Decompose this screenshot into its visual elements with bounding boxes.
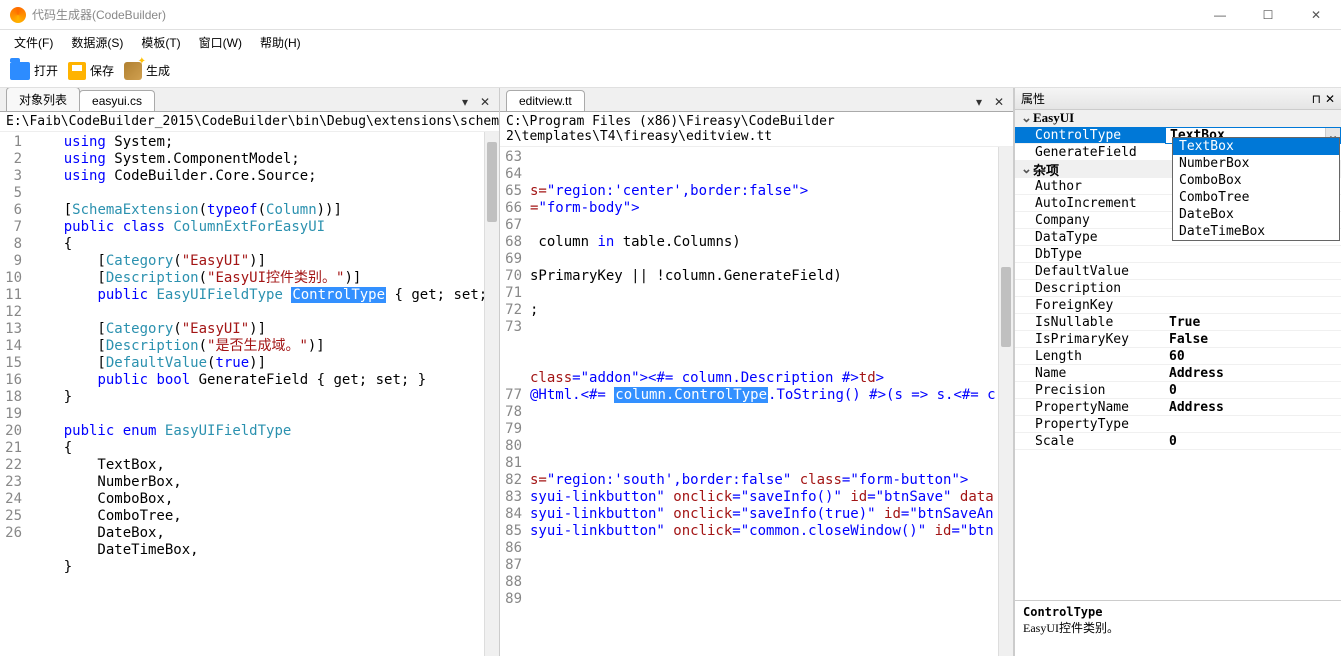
- dropdown-item[interactable]: DateTimeBox: [1173, 223, 1339, 240]
- save-button[interactable]: 保存: [68, 62, 114, 80]
- left-file-path: E:\Faib\CodeBuilder_2015\CodeBuilder\bin…: [0, 112, 499, 132]
- prop-row[interactable]: IsNullableTrue: [1015, 314, 1341, 331]
- left-scrollbar[interactable]: [484, 132, 499, 656]
- prop-row[interactable]: NameAddress: [1015, 365, 1341, 382]
- right-code-area[interactable]: 6364656667686970717273 77787980818283848…: [500, 147, 1013, 656]
- left-code-area[interactable]: 1235678910111213141516181920212223242526…: [0, 132, 499, 656]
- prop-category[interactable]: ⌄EasyUI: [1015, 110, 1341, 127]
- right-file-path: C:\Program Files (x86)\Fireasy\CodeBuild…: [500, 112, 1013, 147]
- properties-header: 属性 ⊓ ✕: [1015, 88, 1341, 110]
- generate-button[interactable]: 生成: [124, 62, 170, 80]
- prop-row[interactable]: PropertyNameAddress: [1015, 399, 1341, 416]
- toolbar: 打开 保存 生成: [0, 54, 1341, 88]
- tab-easyui-cs[interactable]: easyui.cs: [79, 90, 155, 111]
- menu-window[interactable]: 窗口(W): [199, 34, 242, 51]
- properties-title: 属性: [1021, 90, 1312, 107]
- menu-datasource[interactable]: 数据源(S): [71, 34, 123, 51]
- tab-dropdown-icon[interactable]: ▾: [971, 95, 987, 109]
- property-grid[interactable]: ⌄EasyUIControlTypeTextBox⌄GenerateField⌄…: [1015, 110, 1341, 600]
- maximize-button[interactable]: ☐: [1253, 8, 1283, 22]
- main-area: 对象列表 easyui.cs ▾ ✕ E:\Faib\CodeBuilder_2…: [0, 88, 1341, 656]
- folder-icon: [10, 62, 30, 80]
- scrollbar-thumb[interactable]: [1001, 267, 1011, 347]
- dropdown-item[interactable]: DateBox: [1173, 206, 1339, 223]
- tab-dropdown-icon[interactable]: ▾: [457, 95, 473, 109]
- left-code[interactable]: using System; using System.ComponentMode…: [26, 132, 484, 656]
- prop-row[interactable]: Description: [1015, 280, 1341, 297]
- open-button[interactable]: 打开: [10, 62, 58, 80]
- menu-help[interactable]: 帮助(H): [260, 34, 301, 51]
- prop-row[interactable]: IsPrimaryKeyFalse: [1015, 331, 1341, 348]
- right-gutter: 6364656667686970717273 77787980818283848…: [500, 147, 526, 656]
- menu-file[interactable]: 文件(F): [14, 34, 53, 51]
- right-code[interactable]: s="region:'center',border:false"> ="form…: [526, 147, 998, 656]
- save-icon: [68, 62, 86, 80]
- left-editor-pane: 对象列表 easyui.cs ▾ ✕ E:\Faib\CodeBuilder_2…: [0, 88, 500, 656]
- right-editor-pane: editview.tt ▾ ✕ C:\Program Files (x86)\F…: [500, 88, 1014, 656]
- property-description: ControlType EasyUI控件类别。: [1015, 600, 1341, 656]
- prop-row[interactable]: Precision0: [1015, 382, 1341, 399]
- dropdown-item[interactable]: ComboBox: [1173, 172, 1339, 189]
- properties-pane: 属性 ⊓ ✕ ⌄EasyUIControlTypeTextBox⌄Generat…: [1014, 88, 1341, 656]
- left-tab-bar: 对象列表 easyui.cs ▾ ✕: [0, 88, 499, 112]
- scrollbar-thumb[interactable]: [487, 142, 497, 222]
- tab-close-icon[interactable]: ✕: [991, 95, 1007, 109]
- right-scrollbar[interactable]: [998, 147, 1013, 656]
- window-controls: — ☐ ✕: [1205, 8, 1331, 22]
- close-button[interactable]: ✕: [1301, 8, 1331, 22]
- minimize-button[interactable]: —: [1205, 8, 1235, 22]
- tab-editview-tt[interactable]: editview.tt: [506, 90, 585, 111]
- pin-icon[interactable]: ⊓: [1312, 92, 1321, 106]
- left-gutter: 1235678910111213141516181920212223242526: [0, 132, 26, 656]
- tab-objects-list[interactable]: 对象列表: [6, 88, 80, 111]
- menu-template[interactable]: 模板(T): [141, 34, 180, 51]
- controltype-dropdown[interactable]: TextBoxNumberBoxComboBoxComboTreeDateBox…: [1172, 137, 1340, 241]
- prop-row[interactable]: Length60: [1015, 348, 1341, 365]
- desc-text: EasyUI控件类别。: [1023, 619, 1333, 636]
- prop-row[interactable]: PropertyType: [1015, 416, 1341, 433]
- wand-icon: [124, 62, 142, 80]
- prop-row[interactable]: DefaultValue: [1015, 263, 1341, 280]
- app-logo-icon: [10, 7, 26, 23]
- right-tab-bar: editview.tt ▾ ✕: [500, 88, 1013, 112]
- prop-row[interactable]: Scale0: [1015, 433, 1341, 450]
- dropdown-item[interactable]: TextBox: [1173, 138, 1339, 155]
- window-title: 代码生成器(CodeBuilder): [32, 6, 1205, 23]
- dropdown-item[interactable]: NumberBox: [1173, 155, 1339, 172]
- close-icon[interactable]: ✕: [1325, 92, 1335, 106]
- titlebar: 代码生成器(CodeBuilder) — ☐ ✕: [0, 0, 1341, 30]
- dropdown-item[interactable]: ComboTree: [1173, 189, 1339, 206]
- prop-row[interactable]: DbType: [1015, 246, 1341, 263]
- prop-row[interactable]: ForeignKey: [1015, 297, 1341, 314]
- tab-close-icon[interactable]: ✕: [477, 95, 493, 109]
- desc-title: ControlType: [1023, 605, 1333, 619]
- menubar: 文件(F) 数据源(S) 模板(T) 窗口(W) 帮助(H): [0, 30, 1341, 54]
